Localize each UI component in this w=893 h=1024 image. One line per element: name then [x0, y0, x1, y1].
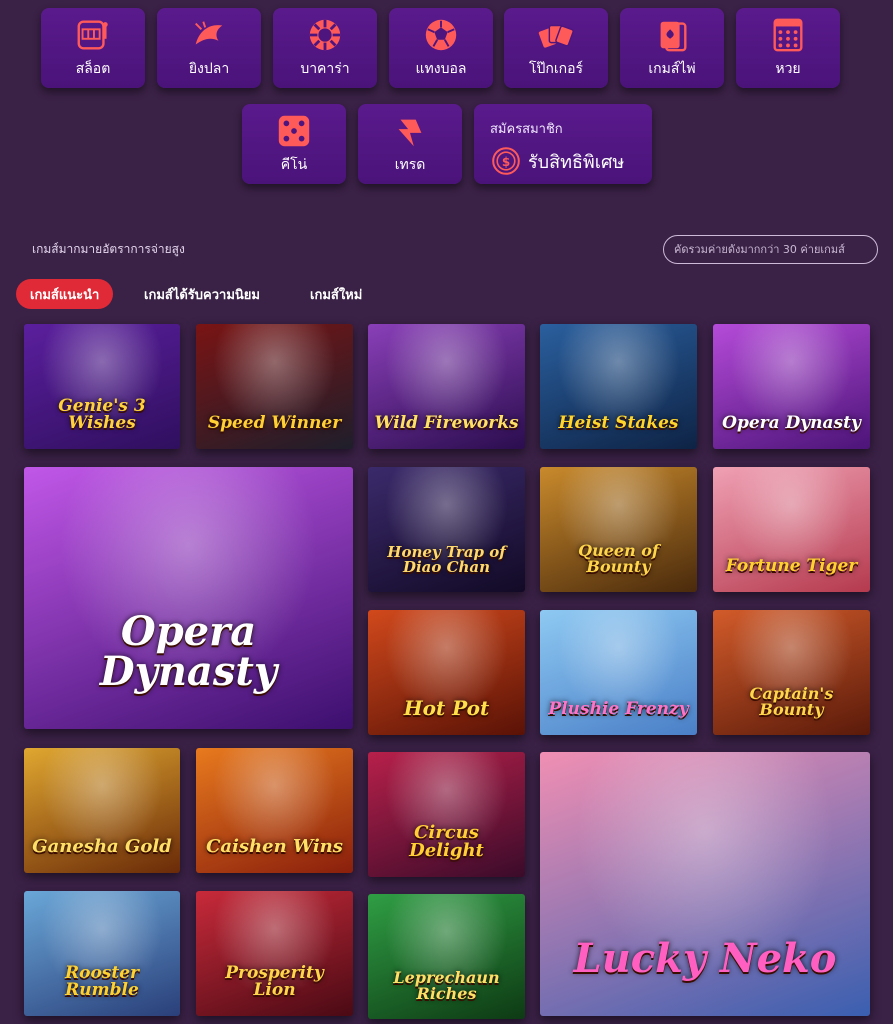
category-label: ยิงปลา [188, 61, 230, 77]
game-title: Ganesha Gold [32, 835, 172, 857]
game-title: Circus Delight [409, 821, 484, 861]
category-slot[interactable]: สล็อต [41, 8, 145, 88]
game-tile[interactable]: Hot Pot [368, 610, 525, 735]
category-card-games[interactable]: เกมส์ไพ่ [620, 8, 724, 88]
section-title: เกมส์มากมายอัตราการจ่ายสูง [32, 242, 185, 256]
game-title: Plushie Frenzy [548, 698, 689, 719]
game-tile[interactable]: Queen of Bounty [540, 467, 697, 592]
game-title: Hot Pot [403, 695, 490, 720]
game-tile[interactable]: Speed Winner [196, 324, 353, 449]
game-title: Opera Dynasty [99, 608, 278, 696]
register-label: สมัครสมาชิก [490, 122, 563, 137]
game-title: Leprechaun Riches [393, 967, 500, 1003]
game-tile[interactable]: Honey Trap of Diao Chan [368, 467, 525, 592]
game-title: Rooster Rumble [64, 962, 139, 1000]
game-tile[interactable]: Opera Dynasty [24, 467, 353, 729]
tab-new[interactable]: เกมส์ใหม่ [310, 279, 362, 309]
category-label: แทงบอล [415, 61, 467, 77]
provider-search-input[interactable] [663, 235, 878, 264]
game-tile[interactable]: Prosperity Lion [196, 891, 353, 1016]
tab-popular[interactable]: เกมส์ได้รับความนิยม [144, 279, 260, 309]
category-football[interactable]: แทงบอล [389, 8, 493, 88]
category-poker[interactable]: โป๊กเกอร์ [504, 8, 608, 88]
game-title: Heist Stakes [558, 412, 679, 433]
category-fishing[interactable]: ยิงปลา [157, 8, 261, 88]
category-label: สล็อต [75, 61, 111, 77]
category-trade[interactable]: เทรด [358, 104, 462, 184]
dice-icon [278, 115, 310, 147]
fish-icon [195, 21, 223, 45]
game-tile[interactable]: Lucky Neko [540, 752, 870, 1016]
svg-text:$: $ [502, 155, 510, 169]
category-label: บาคาร่า [300, 61, 350, 77]
game-tile[interactable]: Wild Fireworks [368, 324, 525, 449]
game-tile[interactable]: Rooster Rumble [24, 891, 180, 1016]
category-baccarat[interactable]: บาคาร่า [273, 8, 377, 88]
game-tile[interactable]: Heist Stakes [540, 324, 697, 449]
game-title: Caishen Wins [206, 835, 343, 857]
game-title: Genie's 3 Wishes [58, 395, 146, 433]
game-title: Prosperity Lion [225, 962, 324, 1000]
game-title: Captain's Bounty [749, 683, 834, 719]
game-tile[interactable]: Leprechaun Riches [368, 894, 525, 1019]
trade-chart-icon [398, 119, 422, 147]
game-tile[interactable]: Fortune Tiger [713, 467, 870, 592]
register-member-button[interactable]: สมัครสมาชิก $ รับสิทธิพิเศษ [474, 104, 652, 184]
game-title: Queen of Bounty [578, 540, 659, 576]
game-title: Opera Dynasty [722, 412, 861, 433]
game-title: Honey Trap of Diao Chan [387, 542, 506, 576]
category-label: เกมส์ไพ่ [648, 61, 696, 77]
slot-machine-icon [77, 20, 108, 50]
game-title: Wild Fireworks [374, 412, 519, 433]
game-tile[interactable]: Caishen Wins [196, 748, 353, 873]
tab-recommended[interactable]: เกมส์แนะนำ [16, 279, 114, 309]
game-tile[interactable]: Genie's 3 Wishes [24, 324, 180, 449]
special-privileges-label: รับสิทธิพิเศษ [528, 151, 625, 173]
category-label: โป๊กเกอร์ [528, 61, 584, 77]
game-title: Speed Winner [207, 412, 342, 433]
coin-icon: $ [492, 147, 520, 175]
category-label: คีโน่ [280, 157, 308, 173]
soccer-ball-icon [425, 19, 457, 51]
category-label: เทรด [394, 157, 426, 173]
game-title: Fortune Tiger [725, 555, 858, 576]
baccarat-chip-icon [309, 19, 341, 51]
category-keno[interactable]: คีโน่ [242, 104, 346, 184]
game-tile[interactable]: Opera Dynasty [713, 324, 870, 449]
poker-cards-icon [538, 24, 574, 48]
game-tile[interactable]: Captain's Bounty [713, 610, 870, 735]
game-tile[interactable]: Circus Delight [368, 752, 525, 877]
game-title: Lucky Neko [573, 935, 837, 983]
category-label: หวย [775, 61, 801, 77]
game-tile[interactable]: Ganesha Gold [24, 748, 180, 873]
lottery-ticket-icon [773, 18, 803, 52]
category-lottery[interactable]: หวย [736, 8, 840, 88]
playing-cards-icon [660, 21, 687, 52]
game-tile[interactable]: Plushie Frenzy [540, 610, 697, 735]
